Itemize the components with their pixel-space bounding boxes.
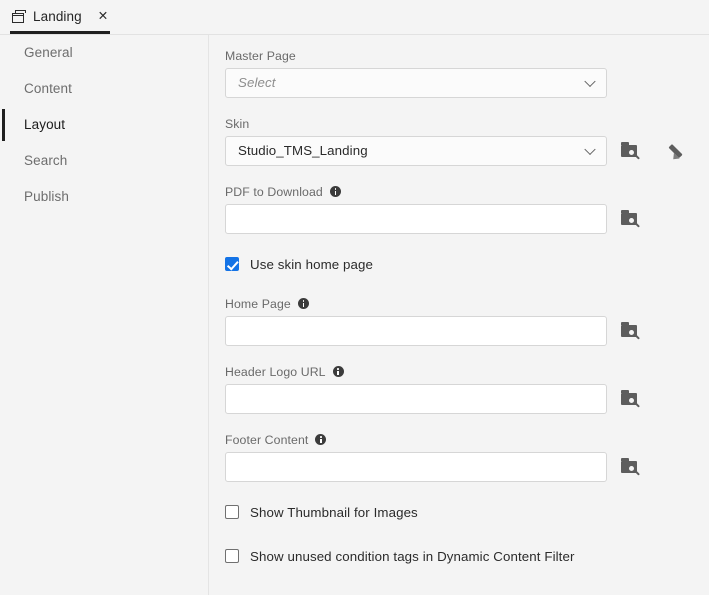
chevron-down-icon — [584, 143, 595, 154]
info-icon[interactable] — [330, 186, 341, 197]
checkbox-label: Show Thumbnail for Images — [250, 505, 418, 520]
label-text: Skin — [225, 117, 249, 131]
checkbox-label: Use skin home page — [250, 257, 373, 272]
field-pdf-to-download: PDF to Download — [225, 185, 641, 234]
sidebar-item-layout[interactable]: Layout — [0, 107, 208, 143]
home-page-input[interactable] — [225, 316, 607, 346]
field-label: Skin — [225, 117, 689, 131]
input-row: Select — [225, 68, 607, 98]
header-logo-url-input[interactable] — [225, 384, 607, 414]
browse-footer-content-icon[interactable] — [621, 457, 641, 477]
checkbox-input[interactable] — [225, 257, 239, 271]
checkbox-show-unused-condition-tags[interactable]: Show unused condition tags in Dynamic Co… — [225, 549, 575, 564]
checkbox-input[interactable] — [225, 549, 239, 563]
field-label: Footer Content — [225, 433, 641, 447]
field-master-page: Master Page Select — [225, 49, 607, 98]
sidebar-item-label: Publish — [24, 189, 69, 204]
sidebar-item-label: Content — [24, 81, 72, 96]
field-home-page: Home Page — [225, 297, 641, 346]
info-icon[interactable] — [315, 434, 326, 445]
sidebar-item-label: Search — [24, 153, 67, 168]
skin-select[interactable]: Studio_TMS_Landing — [225, 136, 607, 166]
sidebar-item-label: Layout — [24, 117, 65, 132]
field-header-logo-url: Header Logo URL — [225, 365, 641, 414]
label-text: Footer Content — [225, 433, 308, 447]
master-page-select[interactable]: Select — [225, 68, 607, 98]
browse-pdf-icon[interactable] — [621, 209, 641, 229]
window-icon — [12, 10, 26, 23]
close-icon[interactable]: ✕ — [98, 10, 108, 23]
input-row — [225, 452, 641, 482]
checkbox-input[interactable] — [225, 505, 239, 519]
footer-content-input[interactable] — [225, 452, 607, 482]
sidebar-item-content[interactable]: Content — [0, 71, 208, 107]
label-text: Header Logo URL — [225, 365, 326, 379]
input-row — [225, 384, 641, 414]
sidebar-item-general[interactable]: General — [0, 35, 208, 71]
info-icon[interactable] — [298, 298, 309, 309]
label-text: Master Page — [225, 49, 296, 63]
field-skin: Skin Studio_TMS_Landing — [225, 117, 689, 166]
sidebar: General Content Layout Search Publish — [0, 35, 208, 595]
input-row — [225, 316, 641, 346]
field-label: Header Logo URL — [225, 365, 641, 379]
info-icon[interactable] — [333, 366, 344, 377]
browse-skin-icon[interactable] — [621, 141, 641, 161]
sidebar-item-publish[interactable]: Publish — [0, 179, 208, 215]
field-label: Master Page — [225, 49, 607, 63]
chevron-down-icon — [584, 75, 595, 86]
layout-settings-panel: Master Page Select Skin Studio_TMS_Landi… — [209, 35, 709, 595]
master-page-value: Select — [238, 75, 276, 90]
field-footer-content: Footer Content — [225, 433, 641, 482]
tab-landing[interactable]: Landing ✕ — [10, 0, 114, 33]
skin-value: Studio_TMS_Landing — [238, 143, 368, 158]
field-label: PDF to Download — [225, 185, 641, 199]
input-row: Studio_TMS_Landing — [225, 136, 689, 166]
app-window: Landing ✕ General Content Layout Search … — [0, 0, 709, 595]
label-text: Home Page — [225, 297, 291, 311]
input-row — [225, 204, 641, 234]
field-label: Home Page — [225, 297, 641, 311]
pdf-to-download-input[interactable] — [225, 204, 607, 234]
label-text: PDF to Download — [225, 185, 323, 199]
checkbox-show-thumbnail-for-images[interactable]: Show Thumbnail for Images — [225, 505, 418, 520]
browse-home-page-icon[interactable] — [621, 321, 641, 341]
sidebar-item-search[interactable]: Search — [0, 143, 208, 179]
edit-skin-icon[interactable] — [669, 141, 689, 161]
checkbox-label: Show unused condition tags in Dynamic Co… — [250, 549, 575, 564]
checkbox-use-skin-home-page[interactable]: Use skin home page — [225, 257, 373, 272]
tab-bar: Landing ✕ — [0, 0, 709, 33]
sidebar-item-label: General — [24, 45, 73, 60]
browse-header-logo-icon[interactable] — [621, 389, 641, 409]
tab-label: Landing — [33, 9, 82, 24]
